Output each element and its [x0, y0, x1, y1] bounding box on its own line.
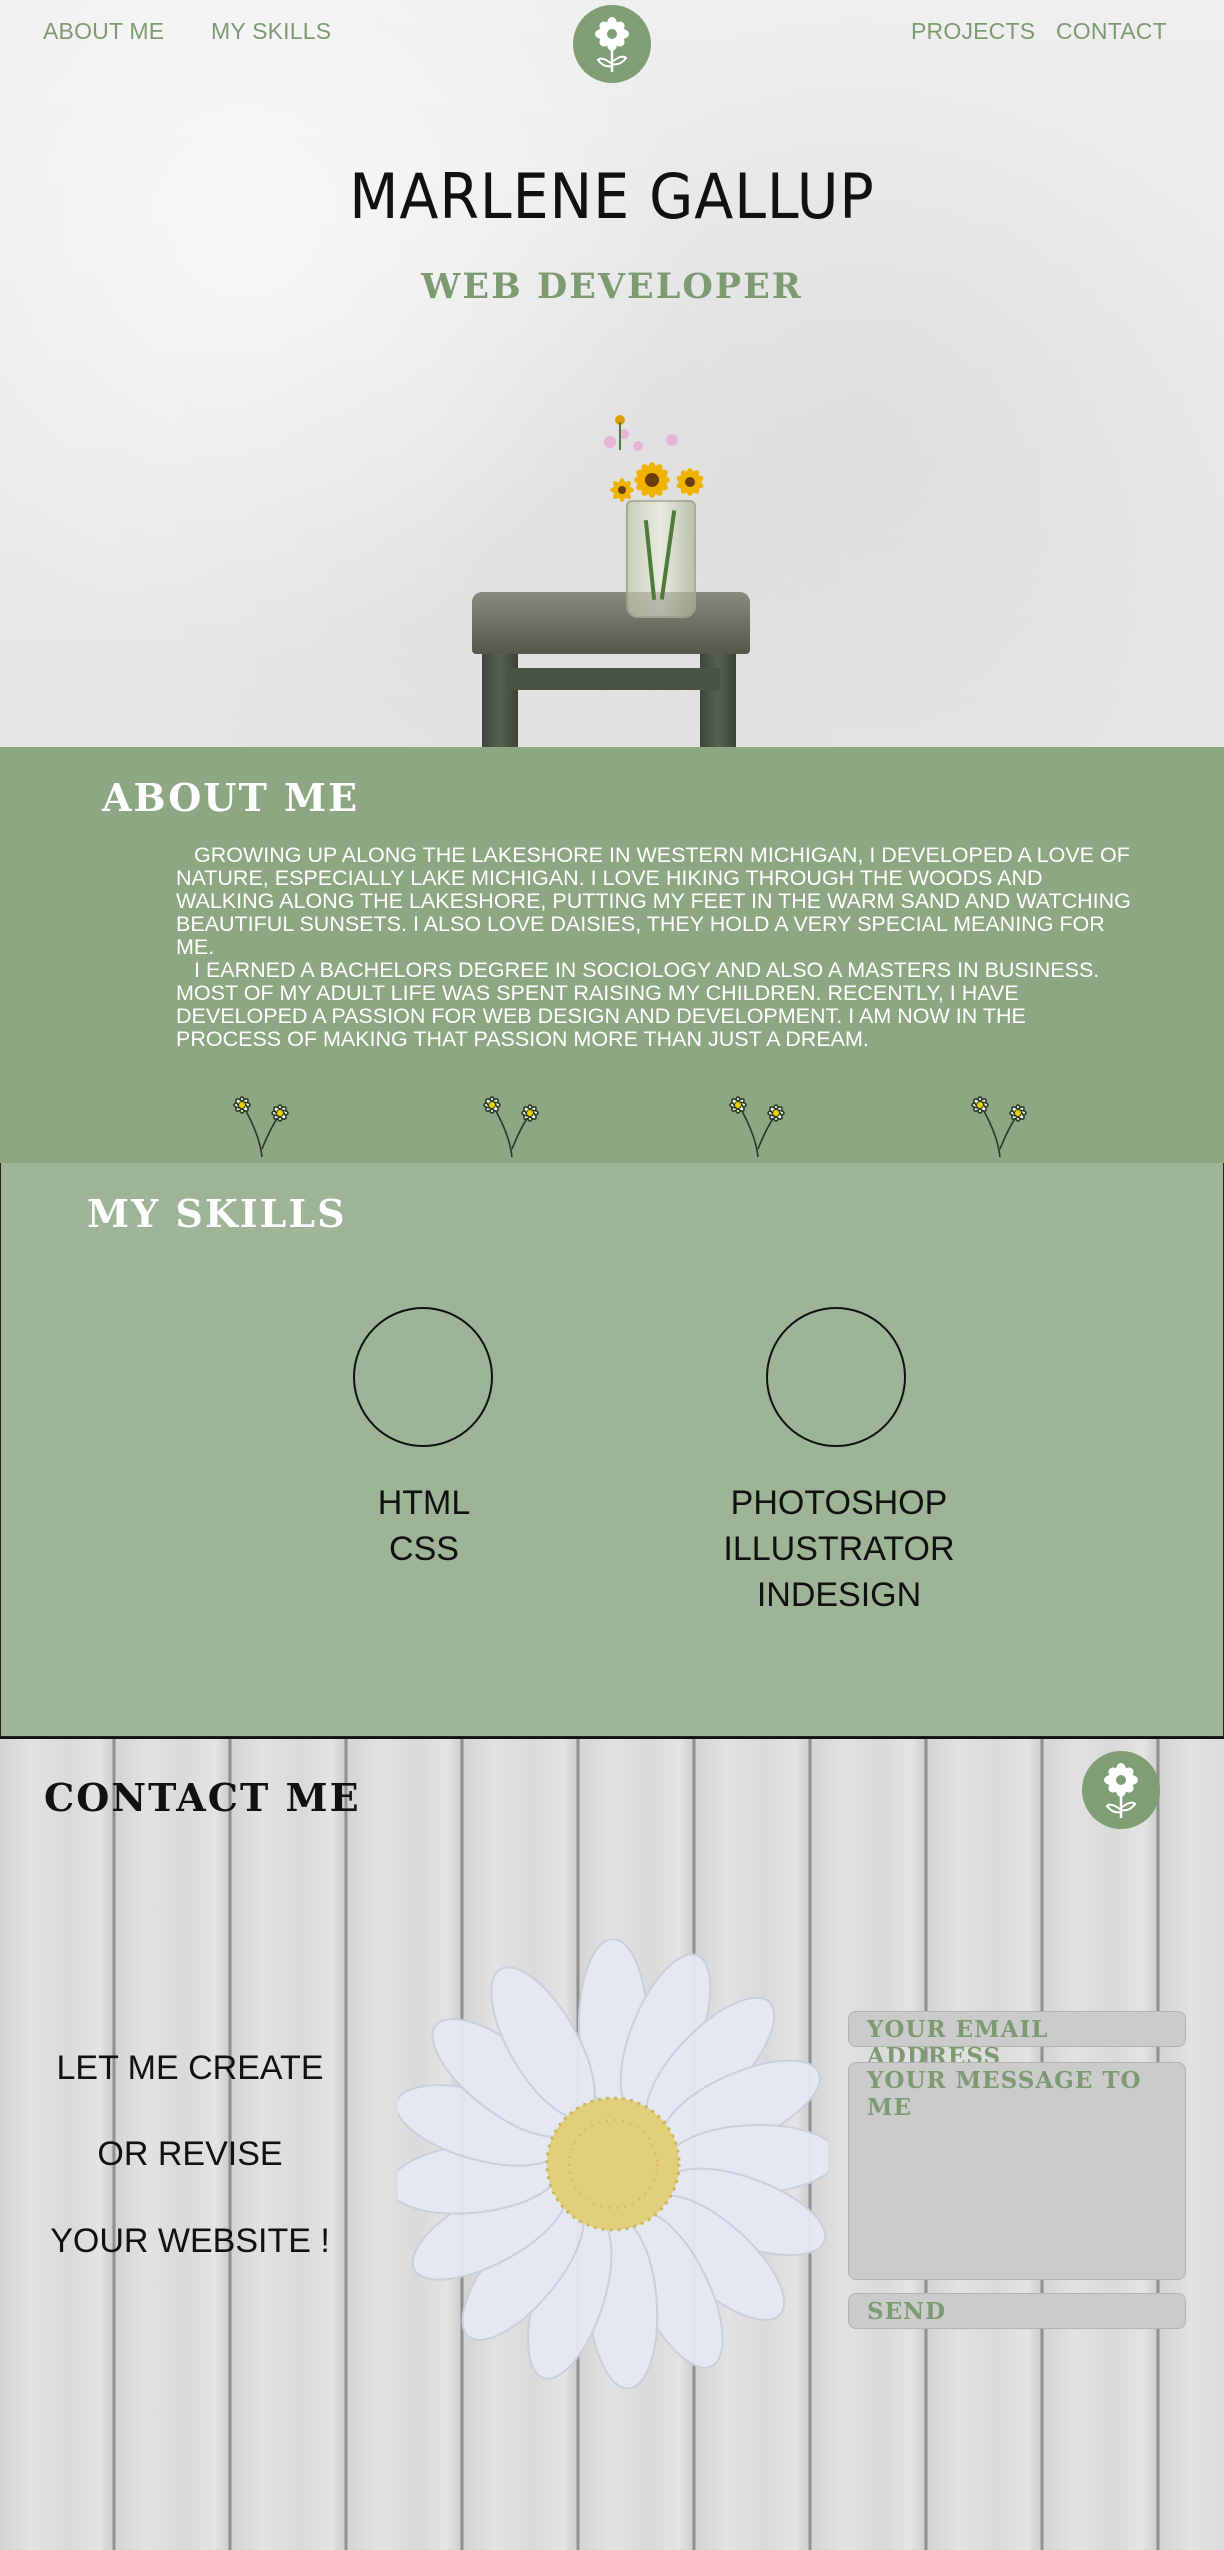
- about-heading: ABOUT ME: [102, 775, 360, 820]
- skill-item: CSS: [389, 1530, 459, 1568]
- stool-rail: [510, 668, 720, 690]
- skills-section: MY SKILLS HTML CSS PHOTOSHOP ILLUSTRATOR…: [0, 1163, 1224, 1737]
- contact-section: CONTACT ME LET ME CREATE OR REVISE YOUR …: [0, 1737, 1224, 2550]
- daisy-doodle-icon: [729, 1096, 785, 1158]
- stool-seat: [472, 592, 750, 654]
- daisy-doodle-icon: [483, 1096, 539, 1158]
- hero-subtitle: WEB DEVELOPER: [421, 266, 803, 307]
- daisy-logo-icon[interactable]: [1082, 1751, 1160, 1829]
- skill-icon-circle: [766, 1307, 906, 1447]
- hero-section: ABOUT ME MY SKILLS PROJECTS CONTACT MARL…: [0, 0, 1224, 747]
- about-text: Growing up along the lakeshore in wester…: [176, 844, 1136, 1051]
- skill-icon-circle: [353, 1307, 493, 1447]
- stool-leg: [482, 650, 518, 747]
- skill-item: ILLUSTRATOR: [723, 1530, 955, 1568]
- message-field[interactable]: YOUR MESSAGE TO ME: [848, 2062, 1186, 2280]
- nav-about-me[interactable]: ABOUT ME: [43, 18, 164, 45]
- skill-item: PHOTOSHOP: [730, 1484, 948, 1522]
- nav-projects[interactable]: PROJECTS: [911, 18, 1035, 45]
- cta-line: LET ME CREATE: [56, 2049, 324, 2087]
- flower-bouquet: [604, 415, 704, 502]
- daisy-logo-icon[interactable]: [573, 5, 651, 83]
- hero-name: MARLENE GALLUP: [349, 160, 875, 233]
- send-button[interactable]: SEND: [848, 2293, 1186, 2329]
- about-section: ABOUT ME Growing up along the lakeshore …: [0, 747, 1224, 1163]
- skill-group: PHOTOSHOP ILLUSTRATOR INDESIGN: [689, 1480, 989, 1618]
- about-paragraph: I earned a bachelors degree in sociology…: [176, 958, 1100, 1051]
- cta-line: OR REVISE: [97, 2135, 283, 2173]
- skill-item: HTML: [377, 1484, 471, 1522]
- email-field[interactable]: YOUR EMAIL ADDRESS: [848, 2011, 1186, 2070]
- daisy-doodle-icon: [971, 1096, 1027, 1158]
- daisy-illustration: [398, 1939, 828, 2389]
- stool-leg: [700, 650, 736, 747]
- about-paragraph: Growing up along the lakeshore in wester…: [176, 843, 1131, 959]
- contact-heading: CONTACT ME: [44, 1775, 361, 1820]
- skill-group: HTML CSS: [309, 1480, 539, 1572]
- nav-contact[interactable]: CONTACT: [1056, 18, 1167, 45]
- cta-line: YOUR WEBSITE !: [50, 2222, 330, 2260]
- skill-item: INDESIGN: [756, 1576, 922, 1614]
- nav-my-skills[interactable]: MY SKILLS: [211, 18, 331, 45]
- skills-heading: MY SKILLS: [87, 1191, 347, 1236]
- daisy-doodle-icon: [233, 1096, 289, 1158]
